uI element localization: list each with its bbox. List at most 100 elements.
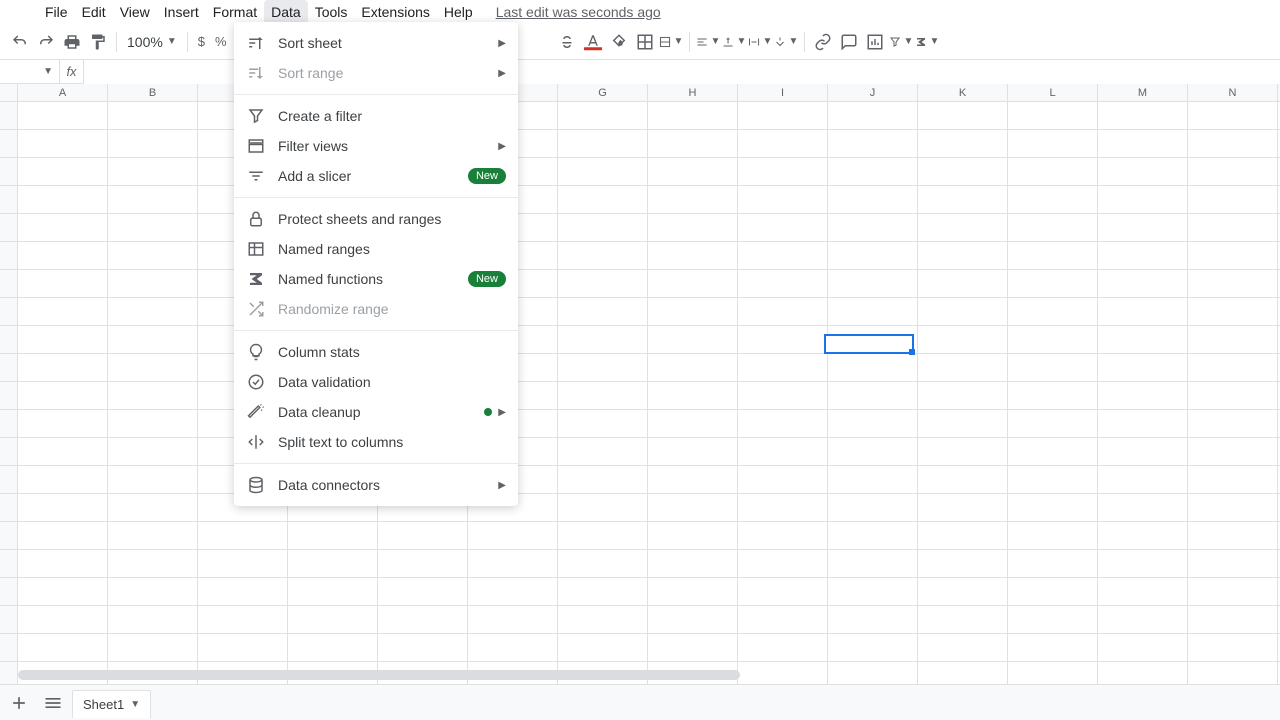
cell[interactable] [108,466,198,493]
cell[interactable] [918,214,1008,241]
row-header[interactable] [0,550,18,577]
cell[interactable] [18,522,108,549]
fill-color-button[interactable] [607,30,631,54]
cell[interactable] [648,382,738,409]
menu-format[interactable]: Format [206,0,264,24]
menu-insert[interactable]: Insert [157,0,206,24]
cell[interactable] [1008,438,1098,465]
cell[interactable] [18,158,108,185]
cell[interactable] [108,522,198,549]
cell[interactable] [18,578,108,605]
cell[interactable] [1188,522,1278,549]
cell[interactable] [108,634,198,661]
cell[interactable] [18,326,108,353]
cell[interactable] [648,410,738,437]
cell[interactable] [828,102,918,129]
paint-format-button[interactable] [86,30,110,54]
fill-handle[interactable] [909,349,915,355]
cell[interactable] [558,522,648,549]
cell[interactable] [1098,158,1188,185]
cell[interactable] [1008,214,1098,241]
cell[interactable] [108,270,198,297]
cell[interactable] [828,270,918,297]
cell[interactable] [468,578,558,605]
horizontal-align-button[interactable]: ▼ [696,30,720,54]
cell[interactable] [378,522,468,549]
cell[interactable] [738,186,828,213]
menu-item-data-connectors[interactable]: Data connectors▶ [234,470,518,500]
row-header[interactable] [0,298,18,325]
cell[interactable] [198,606,288,633]
cell[interactable] [558,634,648,661]
chart-button[interactable] [863,30,887,54]
menu-item-filter-views[interactable]: Filter views▶ [234,131,518,161]
cell[interactable] [108,410,198,437]
cell[interactable] [828,550,918,577]
cell[interactable] [1008,634,1098,661]
cell[interactable] [1098,298,1188,325]
cell[interactable] [558,242,648,269]
cell[interactable] [648,578,738,605]
cell[interactable] [1098,466,1188,493]
cell[interactable] [648,634,738,661]
cell[interactable] [738,298,828,325]
row-header[interactable] [0,606,18,633]
cell[interactable] [1098,242,1188,269]
cell[interactable] [108,214,198,241]
cell[interactable] [18,466,108,493]
row-header[interactable] [0,634,18,661]
column-header[interactable]: K [918,84,1008,101]
cell[interactable] [1188,326,1278,353]
cell[interactable] [18,354,108,381]
cell[interactable] [648,550,738,577]
cell[interactable] [288,550,378,577]
cell[interactable] [558,494,648,521]
cell[interactable] [918,130,1008,157]
cell[interactable] [1098,354,1188,381]
column-header[interactable]: I [738,84,828,101]
name-box[interactable]: ▼ [0,60,60,84]
rotate-button[interactable]: ▼ [774,30,798,54]
cell[interactable] [558,578,648,605]
cell[interactable] [558,326,648,353]
cell[interactable] [648,270,738,297]
cell[interactable] [198,550,288,577]
cell[interactable] [18,606,108,633]
cell[interactable] [1008,298,1098,325]
cell[interactable] [918,242,1008,269]
menu-edit[interactable]: Edit [75,0,113,24]
cell[interactable] [108,354,198,381]
cell[interactable] [468,606,558,633]
cell[interactable] [468,550,558,577]
cell[interactable] [108,186,198,213]
cell[interactable] [738,130,828,157]
cell[interactable] [1188,270,1278,297]
column-header[interactable]: N [1188,84,1278,101]
cell[interactable] [738,438,828,465]
menu-file[interactable]: File [38,0,75,24]
row-header[interactable] [0,242,18,269]
cell[interactable] [468,522,558,549]
cell[interactable] [828,382,918,409]
cell[interactable] [828,158,918,185]
menu-tools[interactable]: Tools [308,0,355,24]
cell[interactable] [828,494,918,521]
cell[interactable] [738,410,828,437]
cell[interactable] [918,550,1008,577]
cell[interactable] [1008,410,1098,437]
row-header[interactable] [0,214,18,241]
cell[interactable] [648,242,738,269]
vertical-align-button[interactable]: ▼ [722,30,746,54]
cell[interactable] [918,158,1008,185]
menu-help[interactable]: Help [437,0,480,24]
cell[interactable] [1008,326,1098,353]
cell[interactable] [648,606,738,633]
cell[interactable] [1008,550,1098,577]
cell[interactable] [1188,466,1278,493]
cell[interactable] [378,578,468,605]
cell[interactable] [1098,270,1188,297]
cell[interactable] [1008,130,1098,157]
cell[interactable] [648,522,738,549]
menu-data[interactable]: Data [264,0,308,24]
menu-item-column-stats[interactable]: Column stats [234,337,518,367]
